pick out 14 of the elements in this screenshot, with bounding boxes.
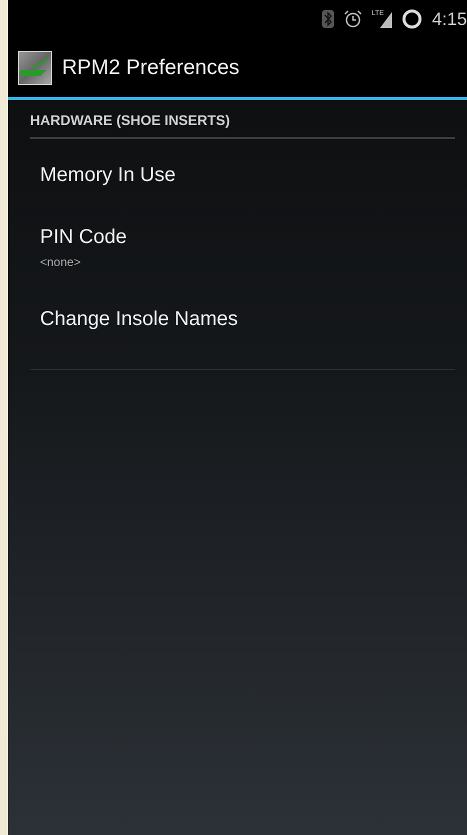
preference-title: PIN Code [40, 226, 128, 248]
app-title: RPM2 Preferences [62, 56, 240, 80]
preference-item[interactable]: PIN Code <none> [30, 211, 455, 283]
preference-title: Change Insole Names [40, 308, 239, 330]
bluetooth-icon [322, 10, 334, 28]
preference-item[interactable]: Memory In Use [30, 139, 455, 211]
alarm-clock-icon [344, 10, 362, 28]
battery-ring-icon [402, 9, 422, 29]
app-logo-icon [18, 50, 52, 84]
preference-title: Memory In Use [40, 164, 177, 186]
preference-summary: <none> [40, 254, 82, 268]
clock-time: 4:15 [432, 8, 467, 30]
section-header: HARDWARE (SHOE INSERTS) [30, 112, 230, 128]
preference-item[interactable]: Change Insole Names [30, 283, 455, 355]
